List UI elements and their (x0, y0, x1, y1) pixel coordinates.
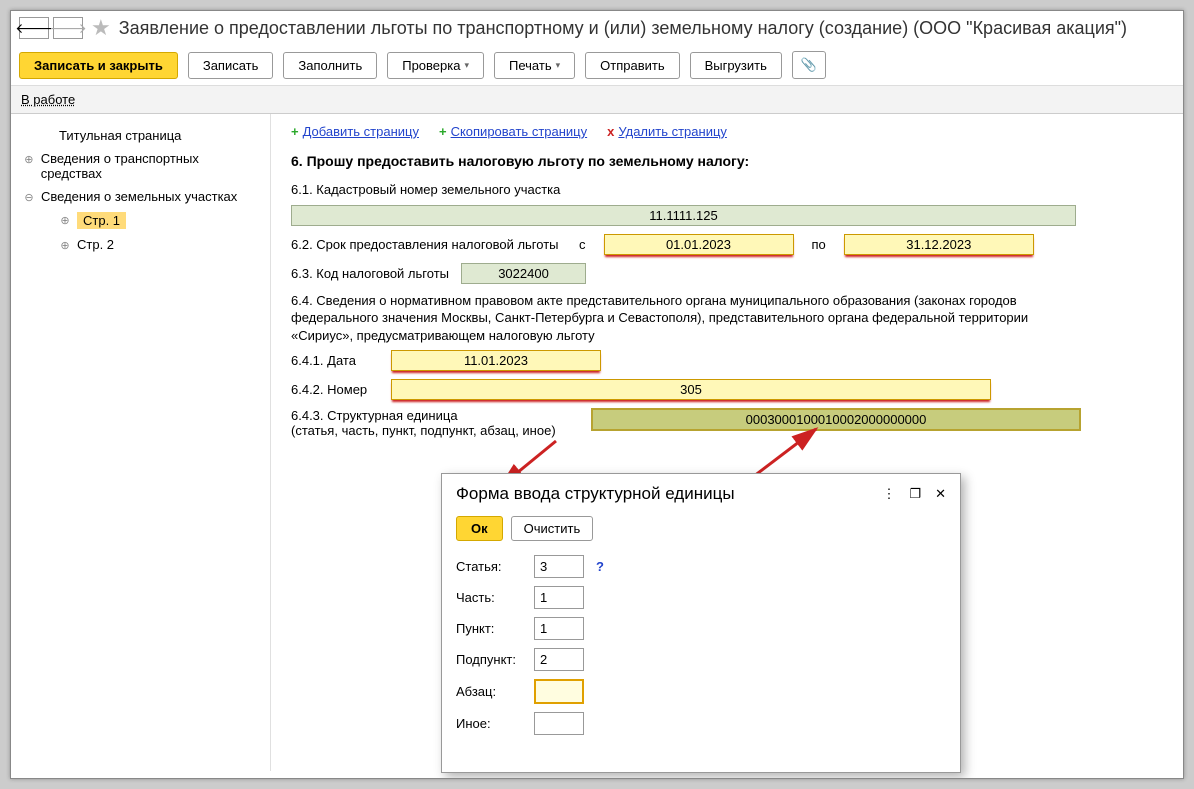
dialog-title: Форма ввода структурной единицы (456, 484, 735, 504)
restore-icon[interactable]: ❐ (909, 486, 921, 502)
part-input[interactable] (534, 586, 584, 609)
paragraph-input[interactable] (534, 679, 584, 704)
save-button[interactable]: Записать (188, 52, 274, 79)
status-bar: В работе (11, 86, 1183, 114)
plus-icon: + (439, 124, 447, 139)
sidebar: Титульная страница ⊕ Сведения о транспор… (11, 114, 271, 771)
star-icon[interactable]: ★ (91, 15, 111, 41)
point-input[interactable] (534, 617, 584, 640)
dialog-header: Форма ввода структурной единицы ⋮ ❐ ✕ (442, 474, 960, 512)
paperclip-icon: 📎 (801, 57, 817, 73)
tree-expand-icon: ⊕ (59, 214, 71, 227)
tree-expand-icon: ⊕ (23, 153, 35, 166)
status-link[interactable]: В работе (21, 92, 75, 107)
save-close-button[interactable]: Записать и закрыть (19, 52, 178, 79)
other-label: Иное: (456, 716, 526, 731)
dialog-structural-unit: Форма ввода структурной единицы ⋮ ❐ ✕ Ок… (441, 473, 961, 773)
f641-input[interactable]: 11.01.2023 (391, 350, 601, 371)
check-button[interactable]: Проверка▾ (387, 52, 484, 79)
close-icon[interactable]: ✕ (935, 486, 946, 502)
toolbar: Записать и закрыть Записать Заполнить Пр… (11, 45, 1183, 86)
article-input[interactable] (534, 555, 584, 578)
page-actions: +Добавить страницу +Скопировать страницу… (291, 124, 1163, 139)
f61-input[interactable]: 11.1111.125 (291, 205, 1076, 226)
send-button[interactable]: Отправить (585, 52, 679, 79)
f62-to-label: по (812, 237, 826, 252)
forward-button[interactable]: 🡒 (53, 17, 83, 39)
sidebar-item-transport[interactable]: ⊕ Сведения о транспортных средствах (21, 147, 260, 185)
tree-expand-icon: ⊕ (59, 239, 71, 252)
dialog-body: Статья: ? Часть: Пункт: Подпункт: Абзац: (442, 551, 960, 747)
f63-label: 6.3. Код налоговой льготы (291, 266, 451, 281)
f61-label: 6.1. Кадастровый номер земельного участк… (291, 181, 1163, 199)
f62-label: 6.2. Срок предоставления налоговой льгот… (291, 237, 561, 252)
fill-button[interactable]: Заполнить (283, 52, 377, 79)
back-button[interactable]: 🡐 (19, 17, 49, 39)
article-label: Статья: (456, 559, 526, 574)
f64-label: 6.4. Сведения о нормативном правовом акт… (291, 292, 1071, 345)
paragraph-label: Абзац: (456, 684, 526, 699)
app-window: 🡐 🡒 ★ Заявление о предоставлении льготы … (10, 10, 1184, 779)
kebab-icon[interactable]: ⋮ (882, 486, 895, 502)
sidebar-item-land[interactable]: ⊖ Сведения о земельных участках (21, 185, 260, 208)
dialog-toolbar: Ок Очистить (442, 512, 960, 551)
x-icon: x (607, 124, 614, 139)
ok-button[interactable]: Ок (456, 516, 503, 541)
f62-from-label: с (579, 237, 586, 252)
f642-input[interactable]: 305 (391, 379, 991, 400)
part-label: Часть: (456, 590, 526, 605)
f642-label: 6.4.2. Номер (291, 382, 381, 397)
f63-input[interactable]: 3022400 (461, 263, 586, 284)
section-title: 6. Прошу предоставить налоговую льготу п… (291, 153, 1163, 169)
sidebar-item-page-2[interactable]: ⊕ Стр. 2 (57, 233, 260, 256)
other-input[interactable] (534, 712, 584, 735)
help-icon[interactable]: ? (596, 559, 604, 574)
f643-label: 6.4.3. Структурная единица (291, 408, 581, 423)
chevron-down-icon: ▾ (556, 60, 561, 71)
clear-button[interactable]: Очистить (511, 516, 594, 541)
subpoint-input[interactable] (534, 648, 584, 671)
sidebar-item-page-1[interactable]: ⊕ Стр. 1 (57, 208, 260, 233)
plus-icon: + (291, 124, 299, 139)
f643-subtext: (статья, часть, пункт, подпункт, абзац, … (291, 423, 581, 438)
f643-input[interactable]: 0003000100010002000000000 (591, 408, 1081, 431)
sidebar-item-title-page[interactable]: Титульная страница (39, 124, 260, 147)
export-button[interactable]: Выгрузить (690, 52, 782, 79)
attach-button[interactable]: 📎 (792, 51, 826, 79)
f62-from-input[interactable]: 01.01.2023 (604, 234, 794, 255)
tree-collapse-icon: ⊖ (23, 191, 35, 204)
f641-label: 6.4.1. Дата (291, 353, 381, 368)
f62-to-input[interactable]: 31.12.2023 (844, 234, 1034, 255)
delete-page-action[interactable]: xУдалить страницу (607, 124, 727, 139)
page-title: Заявление о предоставлении льготы по тра… (119, 18, 1127, 39)
title-bar: 🡐 🡒 ★ Заявление о предоставлении льготы … (11, 11, 1183, 45)
copy-page-action[interactable]: +Скопировать страницу (439, 124, 587, 139)
point-label: Пункт: (456, 621, 526, 636)
subpoint-label: Подпункт: (456, 652, 526, 667)
chevron-down-icon: ▾ (464, 60, 469, 71)
add-page-action[interactable]: +Добавить страницу (291, 124, 419, 139)
print-button[interactable]: Печать▾ (494, 52, 575, 79)
